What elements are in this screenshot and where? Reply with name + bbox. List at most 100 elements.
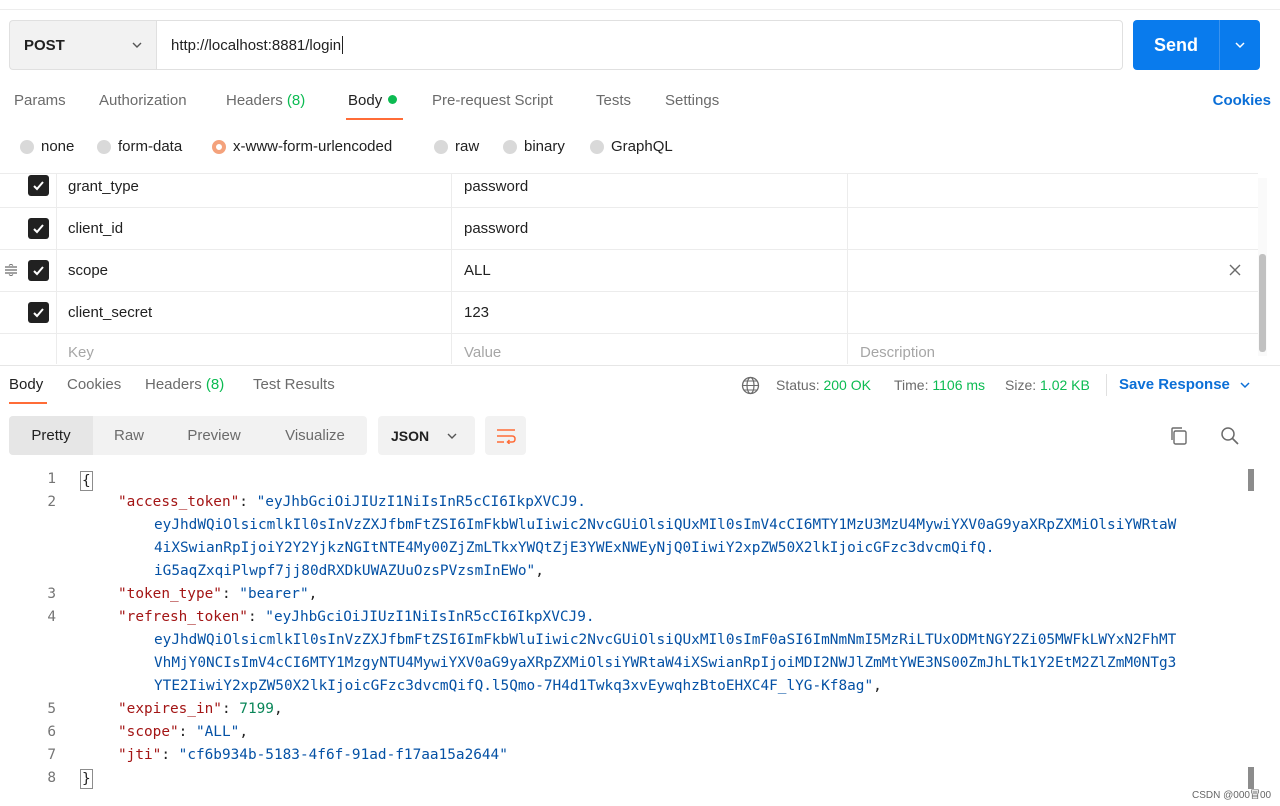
tab-params[interactable]: Params bbox=[14, 92, 66, 109]
body-indicator-dot bbox=[388, 95, 398, 104]
wrap-lines-button[interactable] bbox=[485, 416, 526, 455]
check-icon bbox=[33, 181, 44, 191]
table-row: grant_type password bbox=[0, 166, 1258, 208]
json-string: "eyJhbGciOiJIUzI1NiIsInR5cCI6IkpXVCJ9. bbox=[265, 609, 595, 625]
save-response-label: Save Response bbox=[1119, 376, 1230, 393]
response-tab-cookies[interactable]: Cookies bbox=[67, 376, 121, 393]
method-label: POST bbox=[24, 36, 65, 54]
json-string: eyJhdWQiOlsicmlkIl0sInVzZXJfbmFtZSI6ImFk… bbox=[154, 632, 1177, 648]
drag-handle-icon[interactable] bbox=[4, 264, 18, 276]
pane-divider[interactable] bbox=[0, 365, 1280, 366]
scrollbar-thumb[interactable] bbox=[1259, 254, 1266, 352]
param-key[interactable]: scope bbox=[68, 250, 108, 291]
param-key[interactable]: client_id bbox=[68, 208, 123, 249]
response-tab-body[interactable]: Body bbox=[9, 376, 43, 393]
view-mode-toggle: Pretty Raw Preview Visualize bbox=[9, 416, 367, 455]
radio-x-www-form-urlencoded[interactable]: x-www-form-urlencoded bbox=[212, 138, 392, 155]
code-line: YTE2IiwiY2xpZW50X2lkIjoicGFzc3dvcmQifQ.l… bbox=[154, 678, 882, 694]
view-raw[interactable]: Raw bbox=[93, 416, 165, 455]
json-string: "ALL" bbox=[195, 724, 240, 740]
response-tab-headers[interactable]: Headers (8) bbox=[145, 376, 224, 393]
tab-authorization[interactable]: Authorization bbox=[99, 92, 187, 109]
radio-none[interactable]: none bbox=[20, 138, 74, 155]
response-tab-test-results[interactable]: Test Results bbox=[253, 376, 335, 393]
param-value[interactable]: password bbox=[464, 166, 528, 207]
code-line: VhMjY0NCIsImV4cCI6MTY1MzgyNTU4MywiYXV0aG… bbox=[154, 655, 1176, 671]
view-pretty[interactable]: Pretty bbox=[9, 416, 93, 455]
param-value[interactable]: ALL bbox=[464, 250, 491, 291]
code-line: "jti": "cf6b934b-5183-4f6f-91ad-f17aa15a… bbox=[118, 747, 508, 763]
param-value[interactable]: 123 bbox=[464, 292, 489, 333]
check-icon bbox=[33, 266, 44, 276]
json-string: "eyJhbGciOiJIUzI1NiIsInR5cCI6IkpXVCJ9. bbox=[256, 494, 586, 510]
json-key: "expires_in" bbox=[118, 701, 222, 717]
json-string: VhMjY0NCIsImV4cCI6MTY1MzgyNTU4MywiYXV0aG… bbox=[154, 655, 1177, 671]
close-icon[interactable] bbox=[1229, 264, 1241, 276]
send-button[interactable]: Send bbox=[1133, 20, 1260, 70]
value-placeholder[interactable]: Value bbox=[464, 336, 501, 368]
wrap-lines-icon bbox=[496, 428, 516, 444]
radio-graphql[interactable]: GraphQL bbox=[590, 138, 673, 155]
param-key[interactable]: grant_type bbox=[68, 166, 139, 207]
view-visualize[interactable]: Visualize bbox=[267, 416, 363, 455]
radio-label: none bbox=[41, 138, 75, 155]
json-key: "access_token" bbox=[118, 494, 240, 510]
save-response-button[interactable]: Save Response bbox=[1119, 376, 1251, 393]
row-checkbox[interactable] bbox=[28, 175, 49, 196]
radio-label: form-data bbox=[118, 138, 183, 155]
radio-circle bbox=[590, 139, 604, 154]
json-string: YTE2IiwiY2xpZW50X2lkIjoicGFzc3dvcmQifQ.l… bbox=[154, 678, 874, 694]
radio-label: x-www-form-urlencoded bbox=[233, 138, 393, 155]
table-row-new: Key Value Description bbox=[0, 334, 1258, 366]
description-placeholder[interactable]: Description bbox=[860, 336, 935, 368]
active-tab-underline bbox=[9, 402, 47, 404]
chevron-down-icon bbox=[132, 42, 142, 48]
globe-icon[interactable] bbox=[741, 376, 760, 395]
view-preview[interactable]: Preview bbox=[169, 416, 259, 455]
cookies-link[interactable]: Cookies bbox=[1213, 92, 1271, 109]
radio-circle bbox=[20, 139, 34, 154]
tab-tests[interactable]: Tests bbox=[596, 92, 631, 109]
row-checkbox[interactable] bbox=[28, 218, 49, 239]
code-line: iG5aqZxqiPlwpf7jj80dRXDkUWAZUuOzsPVzsmIn… bbox=[154, 563, 544, 579]
tab-headers[interactable]: Headers (8) bbox=[226, 92, 305, 109]
size-value: 1.02 KB bbox=[1040, 377, 1090, 393]
code-line: "scope": "ALL", bbox=[118, 724, 248, 740]
response-headers-label: Headers bbox=[145, 376, 202, 393]
text-cursor bbox=[342, 36, 344, 54]
json-string: "bearer" bbox=[239, 586, 309, 602]
key-placeholder[interactable]: Key bbox=[68, 336, 94, 368]
param-key[interactable]: client_secret bbox=[68, 292, 152, 333]
json-key: "scope" bbox=[118, 724, 179, 740]
code-line: eyJhdWQiOlsicmlkIl0sInVzZXJfbmFtZSI6ImFk… bbox=[154, 632, 1176, 648]
send-options-button[interactable] bbox=[1220, 39, 1260, 51]
code-scrollbar-top[interactable] bbox=[1248, 469, 1254, 491]
radio-binary[interactable]: binary bbox=[503, 138, 565, 155]
format-select[interactable]: JSON bbox=[378, 416, 475, 455]
table-row: client_id password bbox=[0, 208, 1258, 250]
copy-icon[interactable] bbox=[1169, 426, 1189, 446]
code-line: 4iXSwianRpIjoiY2Y2YjkzNGItNTE4My00ZjZmLT… bbox=[154, 540, 994, 556]
search-icon[interactable] bbox=[1220, 426, 1240, 446]
url-input[interactable]: http://localhost:8881/login bbox=[156, 20, 1123, 70]
tab-body-label: Body bbox=[348, 92, 383, 109]
tab-prerequest-script[interactable]: Pre-request Script bbox=[432, 92, 553, 109]
row-checkbox[interactable] bbox=[28, 260, 49, 281]
tab-settings[interactable]: Settings bbox=[665, 92, 719, 109]
meta-divider bbox=[1106, 374, 1107, 396]
json-string: eyJhdWQiOlsicmlkIl0sInVzZXJfbmFtZSI6ImFk… bbox=[154, 517, 1177, 533]
line-number: 8 bbox=[47, 770, 56, 786]
active-tab-underline bbox=[346, 118, 403, 120]
radio-raw[interactable]: raw bbox=[434, 138, 479, 155]
tab-body[interactable]: Body bbox=[348, 92, 398, 109]
param-value[interactable]: password bbox=[464, 208, 528, 249]
open-brace: { bbox=[80, 471, 93, 491]
code-line: "refresh_token": "eyJhbGciOiJIUzI1NiIsIn… bbox=[118, 609, 595, 625]
method-select[interactable]: POST bbox=[9, 20, 157, 70]
table-scrollbar[interactable] bbox=[1258, 178, 1267, 356]
json-key: "jti" bbox=[118, 747, 162, 763]
table-row: scope ALL bbox=[0, 250, 1258, 292]
radio-form-data[interactable]: form-data bbox=[97, 138, 182, 155]
row-checkbox[interactable] bbox=[28, 302, 49, 323]
time-value: 1106 ms bbox=[932, 377, 986, 393]
